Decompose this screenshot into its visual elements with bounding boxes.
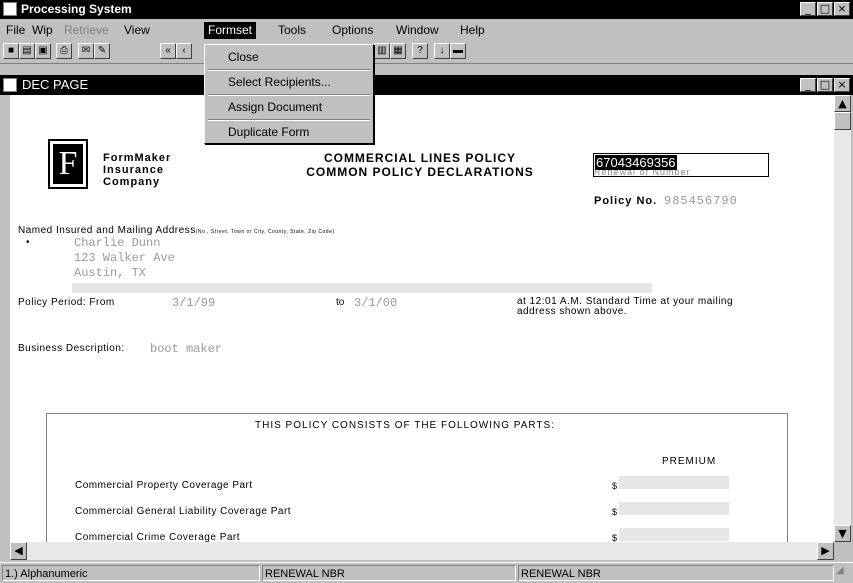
company-name-line: FormMaker [103,152,172,164]
menu-help[interactable]: Help [456,22,489,39]
calculator-icon[interactable]: ▦ [390,43,406,59]
hatched-line [72,283,652,293]
renewal-number-value[interactable]: 67043469356 [595,155,677,170]
mail-icon[interactable]: ✉ [78,43,94,59]
insured-line: Charlie Dunn [74,236,161,250]
scroll-down-icon[interactable]: ▼ [834,525,851,542]
help-icon[interactable]: ? [412,43,428,59]
policy-parts-box: THIS POLICY CONSISTS OF THE FOLLOWING PA… [46,413,788,542]
part-name: Commercial Property Coverage Part [75,480,253,491]
time-note-line: address shown above. [517,306,628,317]
business-description-value: boot maker [150,342,223,356]
menu-options[interactable]: Options [328,22,377,39]
time-note: at 12:01 A.M. Standard Time at your mail… [517,297,733,317]
company-name: FormMaker Insurance Company [103,152,171,188]
menu-retrieve[interactable]: Retrieve [60,22,113,39]
form-icon[interactable]: ▬ [450,43,466,59]
menu-view[interactable]: View [120,22,154,39]
menu-formset[interactable]: Formset [204,22,257,39]
formset-dropdown-menu: Close Select Recipients... Assign Docume… [204,44,374,144]
premium-label: PREMIUM [662,456,717,467]
heading-line: COMMON POLICY DECLARATIONS [306,165,534,179]
document-page: F FormMaker Insurance Company COMMERCIAL… [10,95,834,542]
scroll-left-icon[interactable]: ◀ [10,542,27,560]
insured-line: 123 Walker Ave [74,251,175,265]
policy-to-value: 3/1/00 [354,296,398,310]
menu-bar: File Wip Retrieve View Formset Tools Opt… [0,19,853,41]
parts-heading: THIS POLICY CONSISTS OF THE FOLLOWING PA… [255,420,555,431]
menu-item-close[interactable]: Close [208,47,370,67]
bullet-icon: • [26,237,30,248]
currency-symbol: $ [612,533,618,542]
doc-minimize-icon[interactable]: _ [800,78,816,92]
policy-period-label: Policy Period: From [18,297,115,308]
download-icon[interactable]: ↓ [434,43,450,59]
document-heading: COMMERCIAL LINES POLICY COMMON POLICY DE… [270,151,570,179]
scroll-right-icon[interactable]: ▶ [817,542,834,560]
document-window-title: DEC PAGE [22,77,89,92]
grid-icon[interactable]: ▥ [374,43,390,59]
part-name: Commercial General Liability Coverage Pa… [75,506,292,517]
app-title-bar: Processing System _ □ × [0,0,853,19]
insured-address: Charlie Dunn 123 Walker Ave Austin, TX [74,236,175,281]
policy-number-value: 985456790 [664,194,738,208]
premium-field[interactable] [619,476,729,489]
policy-from-value: 3/1/99 [172,296,216,310]
app-title: Processing System [21,2,132,16]
business-description-label: Business Description: [18,343,125,354]
horizontal-scrollbar[interactable]: ◀ ▶ [10,542,834,560]
insured-line: Austin, TX [74,266,147,280]
app-icon [3,2,17,16]
named-insured-label-text: Named Insured and Mailing Address [18,225,196,236]
to-label: to [336,297,345,308]
vertical-scroll-thumb[interactable] [834,112,851,130]
company-name-line: Company [103,176,161,188]
edit-icon[interactable]: ✎ [94,43,110,59]
document-window-title-bar: DEC PAGE _ □ × [0,75,853,95]
print-icon[interactable]: ⎙ [56,43,72,59]
currency-symbol: $ [612,507,618,517]
minimize-icon[interactable]: _ [800,2,816,16]
open-icon[interactable]: ▤ [19,43,35,59]
menu-separator [208,94,370,96]
menu-item-duplicate-form[interactable]: Duplicate Form [208,122,370,142]
toolbar: ■ ▤ ▣ ⎙ ✉ ✎ « ‹ ▥ ▦ ? ↓ ▬ [0,41,853,64]
vertical-scrollbar[interactable]: ▲ ▼ [834,95,851,542]
close-icon[interactable]: × [834,2,850,16]
scroll-up-icon[interactable]: ▲ [834,95,851,112]
menu-file[interactable]: File [2,22,29,39]
premium-field[interactable] [619,528,729,541]
currency-symbol: $ [612,481,618,491]
previous-page-icon[interactable]: ‹ [176,43,192,59]
company-logo: F [48,139,88,189]
status-bar: 1.) Alphanumeric RENEWAL NBR RENEWAL NBR… [0,562,853,583]
part-name: Commercial Crime Coverage Part [75,532,241,542]
status-pane: RENEWAL NBR [518,565,834,581]
maximize-icon[interactable]: □ [817,2,833,16]
menu-tools[interactable]: Tools [274,22,310,39]
resize-grip-icon[interactable]: ◢ [836,565,851,581]
named-insured-sublabel: (No., Street, Town or City, County, Stat… [195,229,335,235]
document-icon [3,78,17,92]
company-name-line: Insurance [103,164,164,176]
menu-separator [208,69,370,71]
named-insured-label: Named Insured and Mailing Address(No., S… [18,225,335,236]
menu-window[interactable]: Window [392,22,443,39]
menu-item-select-recipients[interactable]: Select Recipients... [208,72,370,92]
menu-separator [208,119,370,121]
save-icon[interactable]: ▣ [35,43,51,59]
heading-line: COMMERCIAL LINES POLICY [323,151,517,165]
menu-wip[interactable]: Wip [28,22,57,39]
renewal-number-field[interactable]: Renewal of Number 67043469356 [593,153,769,177]
menu-item-assign-document[interactable]: Assign Document [208,97,370,117]
premium-field[interactable] [619,502,729,515]
new-icon[interactable]: ■ [3,43,19,59]
logo-letter: F [53,144,83,184]
status-pane: RENEWAL NBR [262,565,516,581]
doc-maximize-icon[interactable]: □ [817,78,833,92]
status-field-name: 1.) Alphanumeric [2,565,260,581]
doc-close-icon[interactable]: × [834,78,850,92]
policy-number-label: Policy No. [594,195,658,207]
first-page-icon[interactable]: « [160,43,176,59]
